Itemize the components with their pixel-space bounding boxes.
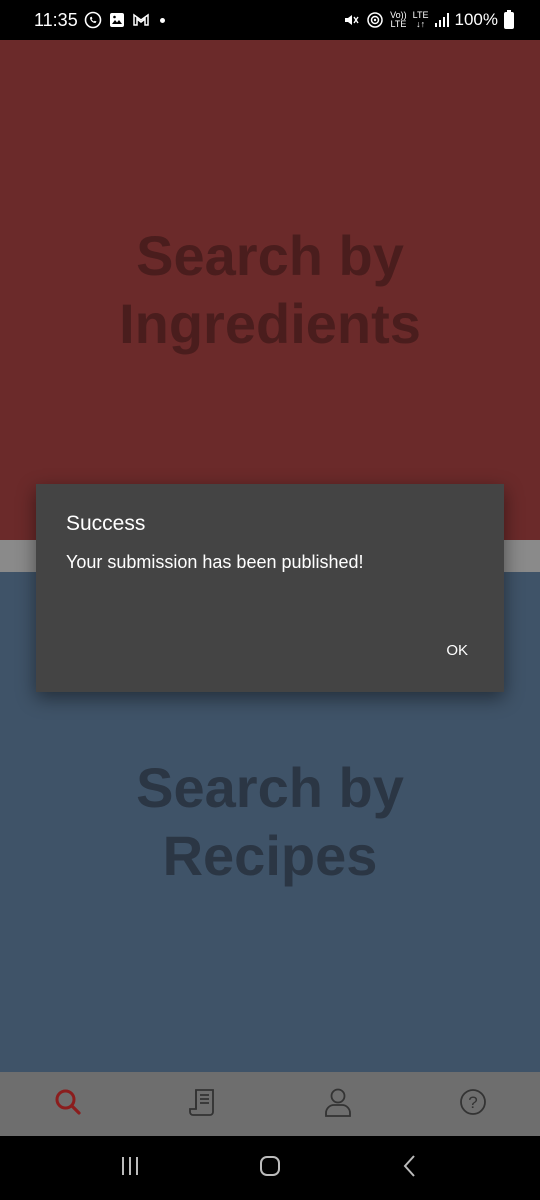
nav-search[interactable] [38,1074,98,1134]
gallery-icon [108,11,126,29]
back-icon [400,1154,420,1183]
home-icon [258,1154,282,1183]
gmail-icon [132,11,150,29]
volte-icon: Vo)) LTE [390,11,407,29]
dialog-title: Success [66,512,146,535]
volte-label-bottom: LTE [390,19,407,29]
help-icon: ? [458,1087,488,1122]
signal-icon [434,13,449,27]
dialog-message: Your submission has been published! [66,552,364,572]
battery-icon [504,9,514,29]
success-dialog: Success Your submission has been publish… [36,484,504,692]
recents-button[interactable] [100,1144,160,1192]
profile-icon [323,1086,353,1123]
search-by-recipes-label: Search by Recipes [136,756,404,887]
nav-help[interactable]: ? [443,1074,503,1134]
dot-icon [159,17,165,23]
status-time: 11:35 [34,9,78,30]
status-bar: 11:35 Vo)) LTE LTE ↓↑ 100% [0,0,540,40]
lte-icon: LTE ↓↑ [413,11,429,29]
mute-icon [342,11,360,29]
recents-icon [118,1155,142,1182]
status-bar-left: 11:35 [34,10,165,31]
battery-percent: 100% [454,10,498,29]
status-bar-right: Vo)) LTE LTE ↓↑ 100% [342,9,514,30]
ok-button[interactable]: OK [446,642,468,659]
nav-recipes[interactable] [173,1074,233,1134]
bottom-navigation: ? [0,1072,540,1136]
whatsapp-icon [84,11,102,29]
lte-arrows: ↓↑ [416,19,426,29]
home-button[interactable] [240,1144,300,1192]
back-button[interactable] [380,1144,440,1192]
svg-text:?: ? [468,1093,477,1112]
system-navigation-bar [0,1136,540,1200]
search-icon [53,1087,83,1122]
nav-profile[interactable] [308,1074,368,1134]
recipe-scroll-icon [187,1086,219,1123]
search-by-ingredients-card[interactable]: Search by Ingredients [0,40,540,540]
search-by-ingredients-label: Search by Ingredients [119,224,421,355]
hotspot-icon [366,11,384,29]
